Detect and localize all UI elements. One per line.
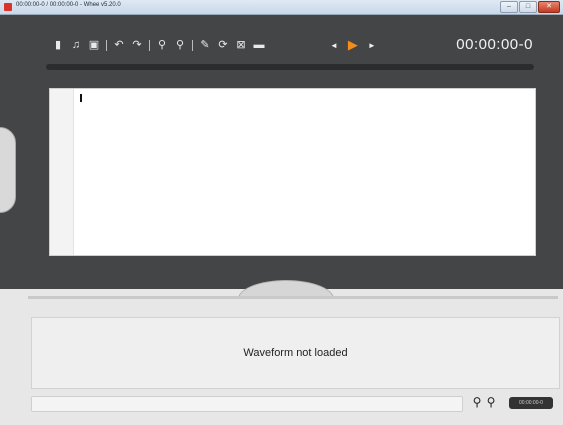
time-display: 00:00:00-0 xyxy=(456,36,533,53)
playback-controls: ◄ ▶ ► xyxy=(330,37,376,53)
waveform-scrollbar[interactable] xyxy=(31,396,463,412)
new-file-icon[interactable]: ▮ xyxy=(52,39,64,51)
editor-region: ▮ ♫ ▣ ↶ ↷ ⚲ ⚲ ✎ ⟳ ⊠ ▬ ◄ ▶ ► 00:00:00-0 xyxy=(0,15,563,289)
refresh-icon[interactable]: ⟳ xyxy=(217,39,229,51)
close-button[interactable]: ✕ xyxy=(538,1,560,13)
zoom-in-icon[interactable]: ⚲ xyxy=(156,39,168,51)
undo-icon[interactable]: ↶ xyxy=(113,39,125,51)
toolbar-separator xyxy=(192,39,193,51)
seek-bar[interactable] xyxy=(46,64,534,70)
previous-icon[interactable]: ◄ xyxy=(330,41,338,50)
toolbar-separator xyxy=(106,39,107,51)
toolbar: ▮ ♫ ▣ ↶ ↷ ⚲ ⚲ ✎ ⟳ ⊠ ▬ xyxy=(52,37,265,53)
next-icon[interactable]: ► xyxy=(368,41,376,50)
redo-icon[interactable]: ↷ xyxy=(131,39,143,51)
window-titlebar: 00:00:00-0 / 00:00:00-0 - Whee v5.20.0 –… xyxy=(0,0,563,15)
wand-icon[interactable]: ✎ xyxy=(199,39,211,51)
window-title: 00:00:00-0 / 00:00:00-0 - Whee v5.20.0 xyxy=(16,2,121,8)
waveform-panel[interactable]: Waveform not loaded xyxy=(31,317,560,389)
play-icon[interactable]: ▶ xyxy=(348,37,358,53)
music-note-icon[interactable]: ♫ xyxy=(70,39,82,51)
toolbar-separator xyxy=(149,39,150,51)
subtitle-editor[interactable] xyxy=(49,88,536,256)
close-box-icon[interactable]: ⊠ xyxy=(235,39,247,51)
keyboard-icon[interactable]: ▬ xyxy=(253,39,265,51)
line-gutter xyxy=(50,89,74,255)
waveform-time-badge: 00:00:00-0 xyxy=(509,397,553,409)
waveform-status: Waveform not loaded xyxy=(243,347,348,359)
app-icon xyxy=(4,3,12,11)
lower-divider xyxy=(28,296,558,299)
waveform-zoom-in-icon[interactable]: ⚲ xyxy=(471,395,483,409)
window-controls: – □ ✕ xyxy=(500,1,560,13)
zoom-out-icon[interactable]: ⚲ xyxy=(174,39,186,51)
maximize-button[interactable]: □ xyxy=(519,1,537,13)
waveform-zoom-out-icon[interactable]: ⚲ xyxy=(485,395,497,409)
text-caret xyxy=(80,94,82,102)
minimize-button[interactable]: – xyxy=(500,1,518,13)
save-icon[interactable]: ▣ xyxy=(88,39,100,51)
side-panel-handle[interactable] xyxy=(0,127,16,213)
